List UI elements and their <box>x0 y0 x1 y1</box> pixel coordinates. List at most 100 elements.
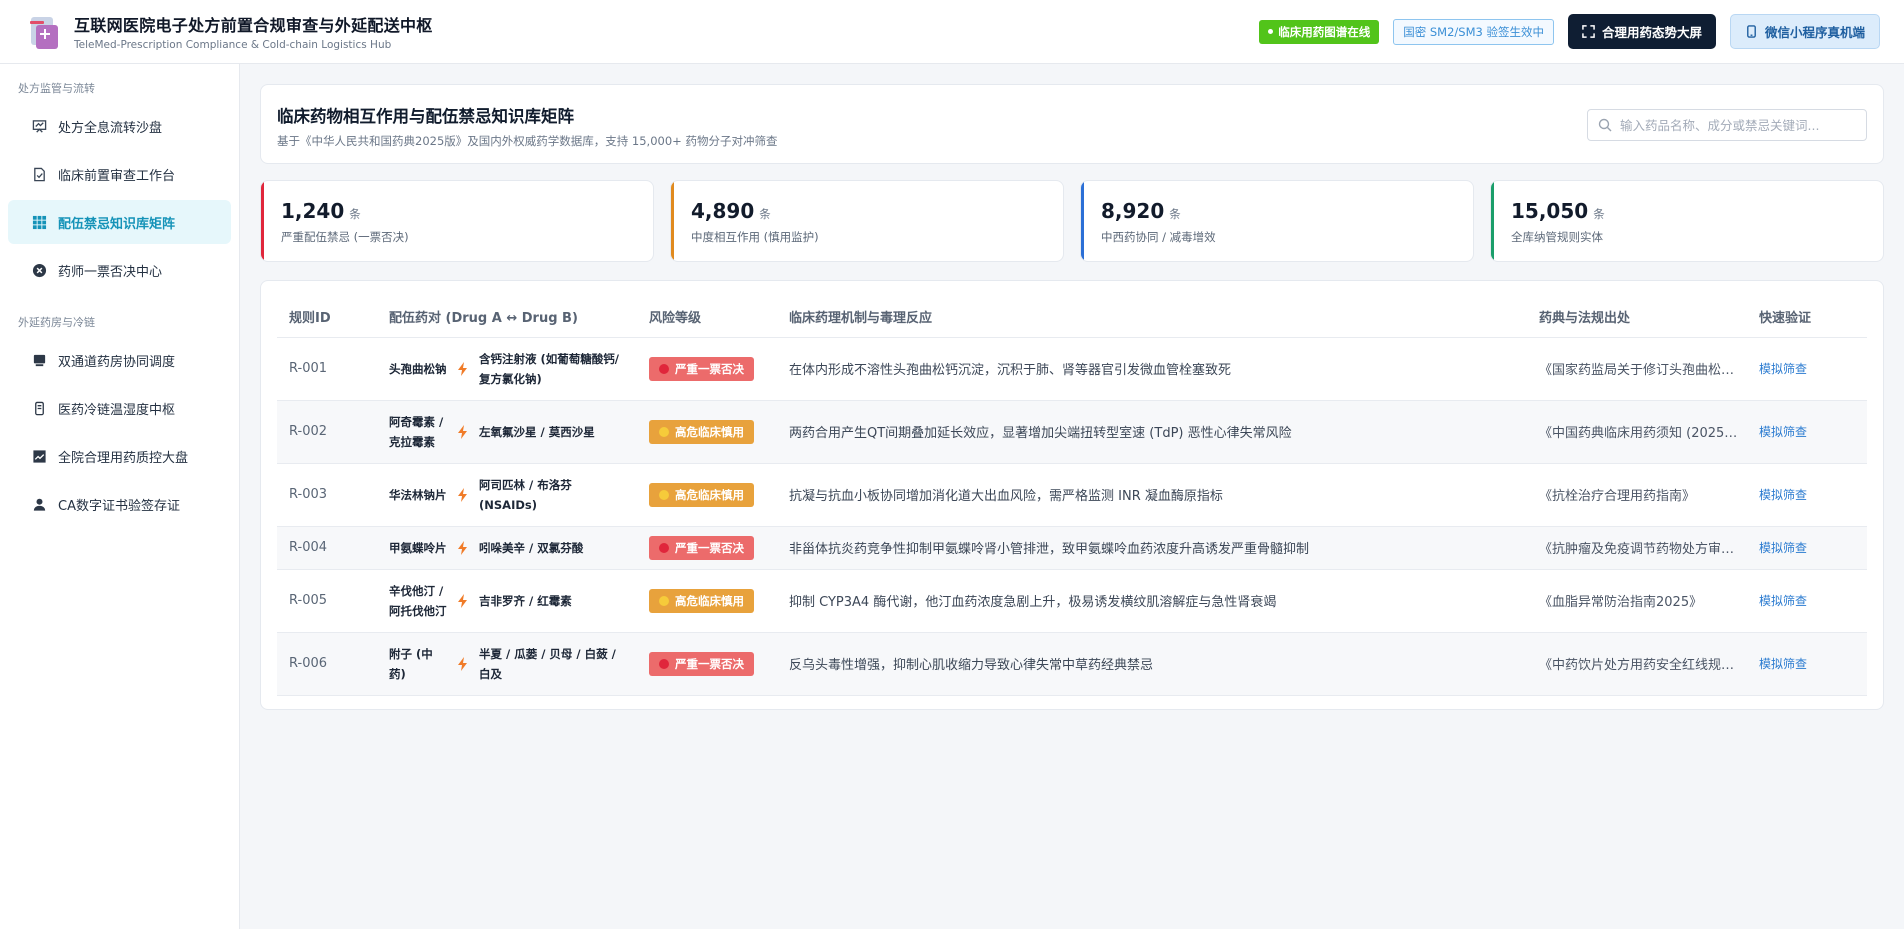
search-input[interactable] <box>1620 117 1850 133</box>
stat-unit: 条 <box>759 207 771 221</box>
drug-pair-cell: 华法林钠片 阿司匹林 / 布洛芬 (NSAIDs) <box>377 463 637 527</box>
simulate-screening-link[interactable]: 模拟筛查 <box>1759 488 1807 502</box>
drug-a: 头孢曲松钠 <box>389 361 447 376</box>
column-header: 临床药理机制与毒理反应 <box>777 297 1527 338</box>
search-box[interactable] <box>1587 109 1867 141</box>
search-icon <box>1598 118 1612 132</box>
drug-pair-cell: 甲氨蝶呤片 吲哚美辛 / 双氯芬酸 <box>377 526 637 570</box>
sidebar-item-contraindication-matrix[interactable]: 配伍禁忌知识库矩阵 <box>8 200 231 244</box>
wechat-button-label: 微信小程序真机端 <box>1764 25 1865 40</box>
online-dot-icon <box>1268 29 1274 34</box>
drug-pair-cell: 头孢曲松钠 含钙注射液 (如葡萄糖酸钙/复方氯化钠) <box>377 337 637 401</box>
rule-id: R-003 <box>277 463 377 527</box>
sidebar-item-ca-certificate[interactable]: CA数字证书验签存证 <box>8 482 231 526</box>
lightning-icon <box>458 593 467 608</box>
source-text: 《中药饮片处方用药安全红线规范》 <box>1539 658 1739 673</box>
verify-cell: 模拟筛查 <box>1747 632 1867 696</box>
column-header: 药典与法规出处 <box>1527 297 1747 338</box>
drug-b: 吉非罗齐 / 红霉素 <box>479 593 572 608</box>
simulate-screening-link[interactable]: 模拟筛查 <box>1759 541 1807 555</box>
user-icon <box>32 497 47 512</box>
stat-card-synergy: 8,920 条 中西药协同 / 减毒增效 <box>1080 180 1474 262</box>
drug-b: 半夏 / 瓜蒌 / 贝母 / 白蔹 / 白及 <box>479 646 616 681</box>
sidebar-item-label: 医药冷链温湿度中枢 <box>58 402 176 418</box>
sidebar-item-label: 处方全息流转沙盘 <box>58 120 163 136</box>
simulate-screening-link[interactable]: 模拟筛查 <box>1759 425 1807 439</box>
rule-id: R-002 <box>277 400 377 464</box>
sidebar-item-cold-chain[interactable]: 医药冷链温湿度中枢 <box>8 386 231 430</box>
risk-level-badge: 高危临床慎用 <box>649 419 754 444</box>
sidebar-item-label: 临床前置审查工作台 <box>58 168 176 184</box>
sidebar: 处方监管与流转 处方全息流转沙盘 临床前置审查工作台 配伍禁忌知识库矩阵 药师一… <box>0 64 240 929</box>
risk-cell: 高危临床慎用 <box>637 569 777 633</box>
risk-dot-icon <box>659 489 669 500</box>
dashboard-button[interactable]: 合理用药态势大屏 <box>1567 14 1716 49</box>
mobile-icon <box>1747 25 1756 38</box>
drug-a: 附子 (中药) <box>389 646 433 681</box>
mechanism-text: 抑制 CYP3A4 酶代谢，他汀血药浓度急剧上升，极易诱发横纹肌溶解症与急性肾衰… <box>777 569 1527 633</box>
rule-id: R-004 <box>277 526 377 570</box>
drug-b: 含钙注射液 (如葡萄糖酸钙/复方氯化钠) <box>479 351 619 386</box>
sidebar-item-pharmacy-dispatch[interactable]: 双通道药房协同调度 <box>8 338 231 382</box>
mechanism-text: 抗凝与抗血小板协同增加消化道大出血风险，需严格监测 INR 凝血酶原指标 <box>777 463 1527 527</box>
stat-unit: 条 <box>1593 207 1605 221</box>
sidebar-item-flow-sandbox[interactable]: 处方全息流转沙盘 <box>8 104 231 148</box>
stat-card-total: 15,050 条 全库纳管规则实体 <box>1490 180 1884 262</box>
rules-table: 规则ID 配伍药对 (Drug A ↔ Drug B) 风险等级 临床药理机制与… <box>277 297 1867 696</box>
online-status-label: 临床用药图谱在线 <box>1278 24 1371 39</box>
stats-row: 1,240 条 严重配伍禁忌 (一票否决) 4,890 条 中度相互作用 (慎用监护… <box>260 180 1884 262</box>
chart-icon <box>32 449 47 464</box>
lightning-icon <box>458 487 467 502</box>
mechanism-text: 非甾体抗炎药竞争性抑制甲氨蝶呤肾小管排泄，致甲氨蝶呤血药浓度升高诱发严重骨髓抑制 <box>777 526 1527 570</box>
rules-table-card: 规则ID 配伍药对 (Drug A ↔ Drug B) 风险等级 临床药理机制与… <box>260 280 1884 710</box>
risk-level-label: 高危临床慎用 <box>675 424 744 439</box>
rule-id: R-006 <box>277 632 377 696</box>
drug-a: 辛伐他汀 / 阿托伐他汀 <box>389 583 447 618</box>
lightning-icon <box>458 361 467 376</box>
stat-accent-bar <box>1491 181 1494 261</box>
stat-value: 1,240 <box>281 199 345 223</box>
grid-icon <box>32 215 47 230</box>
risk-level-badge: 严重一票否决 <box>649 535 754 560</box>
source-text: 《国家药监局关于修订头孢曲松钠说明书的公告》 <box>1539 363 1739 378</box>
stat-label: 严重配伍禁忌 (一票否决) <box>281 230 409 244</box>
rule-id: R-001 <box>277 337 377 401</box>
risk-cell: 高危临床慎用 <box>637 400 777 464</box>
table-row: R-005 辛伐他汀 / 阿托伐他汀 吉非罗齐 / 红霉素 高危临床慎用 抑制 CYP3… <box>277 569 1867 633</box>
stat-label: 中西药协同 / 减毒增效 <box>1101 230 1216 244</box>
verify-cell: 模拟筛查 <box>1747 526 1867 570</box>
risk-level-label: 严重一票否决 <box>675 540 744 555</box>
risk-level-badge: 严重一票否决 <box>649 356 754 381</box>
sidebar-item-review-workbench[interactable]: 临床前置审查工作台 <box>8 152 231 196</box>
stat-unit: 条 <box>349 207 361 221</box>
simulate-screening-link[interactable]: 模拟筛查 <box>1759 362 1807 376</box>
source-text: 《中国药典临床用药须知 (2025版)》 <box>1539 426 1739 441</box>
drug-b: 左氧氟沙星 / 莫西沙星 <box>479 424 595 439</box>
page-header-card: 临床药物相互作用与配伍禁忌知识库矩阵 基于《中华人民共和国药典2025版》及国内… <box>260 84 1884 164</box>
sidebar-item-quality-dashboard[interactable]: 全院合理用药质控大盘 <box>8 434 231 478</box>
sidebar-item-veto-center[interactable]: 药师一票否决中心 <box>8 248 231 292</box>
risk-level-label: 严重一票否决 <box>675 656 744 671</box>
stat-label: 全库纳管规则实体 <box>1511 230 1603 244</box>
simulate-screening-link[interactable]: 模拟筛查 <box>1759 594 1807 608</box>
drug-pair-cell: 阿奇霉素 / 克拉霉素 左氧氟沙星 / 莫西沙星 <box>377 400 637 464</box>
column-header: 配伍药对 (Drug A ↔ Drug B) <box>377 297 637 338</box>
app-subtitle: TeleMed-Prescription Compliance & Cold-c… <box>74 39 392 51</box>
app-title: 互联网医院电子处方前置合规审查与外延配送中枢 <box>74 16 433 35</box>
rule-id: R-005 <box>277 569 377 633</box>
simulate-screening-link[interactable]: 模拟筛查 <box>1759 657 1807 671</box>
risk-dot-icon <box>659 363 669 374</box>
risk-cell: 严重一票否决 <box>637 632 777 696</box>
wechat-miniprogram-button[interactable]: 微信小程序真机端 <box>1729 14 1880 49</box>
stat-accent-bar <box>1081 181 1084 261</box>
source-cell: 《中国药典临床用药须知 (2025版)》 <box>1527 400 1747 464</box>
pharmacy-icon <box>32 353 47 368</box>
drug-pair-cell: 附子 (中药) 半夏 / 瓜蒌 / 贝母 / 白蔹 / 白及 <box>377 632 637 696</box>
lightning-icon <box>458 424 467 439</box>
sidebar-group-prescription: 处方监管与流转 <box>18 82 95 95</box>
source-text: 《血脂异常防治指南2025》 <box>1539 595 1703 610</box>
risk-level-badge: 高危临床慎用 <box>649 588 754 613</box>
risk-cell: 高危临床慎用 <box>637 463 777 527</box>
risk-dot-icon <box>659 595 669 606</box>
sidebar-item-label: 双通道药房协同调度 <box>58 354 176 370</box>
